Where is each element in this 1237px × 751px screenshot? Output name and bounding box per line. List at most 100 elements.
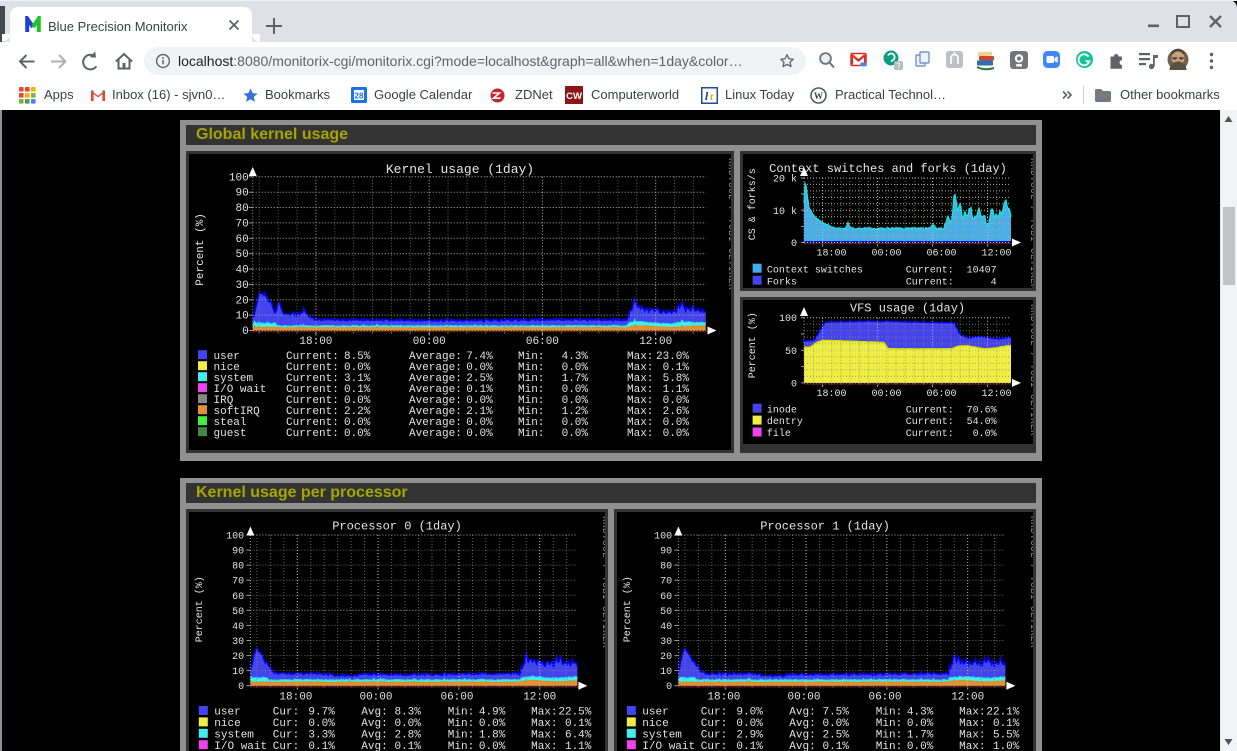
svg-text:Avg:: Avg: xyxy=(789,741,815,751)
svg-text:Current:: Current: xyxy=(906,277,954,288)
svg-text:10: 10 xyxy=(232,667,244,678)
svg-text:12:00: 12:00 xyxy=(639,336,672,348)
svg-text:Forks: Forks xyxy=(767,276,797,288)
svg-text:Avg:: Avg: xyxy=(789,729,815,741)
svg-text:Current:: Current: xyxy=(906,265,954,276)
svg-text:2.8%: 2.8% xyxy=(394,729,421,741)
svg-text:Current:: Current: xyxy=(906,429,954,440)
svg-text:40: 40 xyxy=(660,622,672,633)
svg-text:Percent (%): Percent (%) xyxy=(622,576,634,642)
svg-text:0.1%: 0.1% xyxy=(993,718,1020,730)
svg-text:Max:: Max: xyxy=(959,729,985,741)
svg-text:50: 50 xyxy=(235,249,248,261)
svg-text:12:00: 12:00 xyxy=(981,249,1011,260)
svg-text:50: 50 xyxy=(785,347,797,358)
svg-text:40: 40 xyxy=(232,622,244,633)
svg-text:7.5%: 7.5% xyxy=(822,707,849,719)
svg-text:4.3%: 4.3% xyxy=(907,707,934,719)
svg-text:0.0%: 0.0% xyxy=(344,428,371,440)
svg-text:0: 0 xyxy=(242,326,249,338)
svg-text:20 k: 20 k xyxy=(773,174,797,186)
svg-text:10: 10 xyxy=(235,311,248,323)
svg-text:Avg:: Avg: xyxy=(361,707,387,719)
svg-text:file: file xyxy=(767,428,791,440)
svg-text:4: 4 xyxy=(991,277,997,288)
svg-text:Cur:: Cur: xyxy=(273,707,299,719)
svg-text:0.0%: 0.0% xyxy=(479,718,506,730)
svg-text:18:00: 18:00 xyxy=(707,692,740,704)
svg-text:RRDTOOL / TOBI OETIKER: RRDTOOL / TOBI OETIKER xyxy=(1028,304,1033,436)
svg-text:0.0%: 0.0% xyxy=(466,428,493,440)
svg-text:Max:: Max: xyxy=(531,718,557,730)
svg-text:Percent (%): Percent (%) xyxy=(194,576,206,642)
svg-text:50: 50 xyxy=(232,607,244,618)
svg-text:Percent (%): Percent (%) xyxy=(747,312,759,378)
svg-text:I/O wait: I/O wait xyxy=(214,741,267,751)
svg-text:0: 0 xyxy=(791,239,797,250)
svg-text:100: 100 xyxy=(226,532,244,543)
svg-text:2.5%: 2.5% xyxy=(822,729,849,741)
svg-text:Cur:: Cur: xyxy=(701,729,727,741)
svg-text:Cur:: Cur: xyxy=(273,729,299,741)
svg-text:70: 70 xyxy=(660,577,672,588)
svg-text:inode: inode xyxy=(767,404,797,416)
svg-text:00:00: 00:00 xyxy=(871,249,901,260)
svg-text:Context switches and forks (1: Context switches and forks (1day) xyxy=(769,162,1007,176)
svg-text:Min:: Min: xyxy=(448,729,474,741)
svg-text:Min:: Min: xyxy=(876,741,902,751)
svg-text:18:00: 18:00 xyxy=(816,249,846,260)
svg-text:Cur:: Cur: xyxy=(273,718,299,730)
svg-text:0.1%: 0.1% xyxy=(565,718,592,730)
svg-text:Cur:: Cur: xyxy=(701,741,727,751)
svg-text:10: 10 xyxy=(660,667,672,678)
svg-text:Max:: Max: xyxy=(531,741,557,751)
svg-text:12:00: 12:00 xyxy=(523,692,556,704)
svg-text:Cur:: Cur: xyxy=(701,718,727,730)
svg-text:8.3%: 8.3% xyxy=(394,707,421,719)
svg-text:RRDTOOL / TOBI OETIKER: RRDTOOL / TOBI OETIKER xyxy=(600,516,605,648)
svg-text:Avg:: Avg: xyxy=(789,707,815,719)
svg-text:0.0%: 0.0% xyxy=(822,718,849,730)
svg-text:9.7%: 9.7% xyxy=(308,707,335,719)
svg-text:Current:: Current: xyxy=(286,428,339,440)
svg-text:Min:: Min: xyxy=(448,707,474,719)
svg-text:0.0%: 0.0% xyxy=(479,741,506,751)
svg-text:user: user xyxy=(214,707,240,719)
svg-text:system: system xyxy=(214,729,254,741)
svg-text:30: 30 xyxy=(235,280,248,292)
svg-text:?: ? xyxy=(896,62,901,71)
svg-text:RRDTOOL / TOBI OETIKER: RRDTOOL / TOBI OETIKER xyxy=(1028,516,1033,648)
svg-text:06:00: 06:00 xyxy=(526,336,559,348)
svg-text:22.5%: 22.5% xyxy=(558,707,591,719)
svg-text:0.0%: 0.0% xyxy=(663,428,690,440)
svg-text:0.0%: 0.0% xyxy=(907,741,934,751)
svg-text:30: 30 xyxy=(232,637,244,648)
svg-text:Max:: Max: xyxy=(959,707,985,719)
svg-text:20: 20 xyxy=(235,295,248,307)
svg-text:guest: guest xyxy=(214,428,247,440)
svg-text:54.0%: 54.0% xyxy=(967,417,997,428)
svg-text:0.0%: 0.0% xyxy=(973,429,997,440)
svg-text:06:00: 06:00 xyxy=(440,692,473,704)
svg-text:1.8%: 1.8% xyxy=(479,729,506,741)
svg-text:system: system xyxy=(642,729,682,741)
svg-text:06:00: 06:00 xyxy=(926,389,956,400)
svg-text:100: 100 xyxy=(779,314,797,325)
svg-text:0.0%: 0.0% xyxy=(562,428,589,440)
svg-text:4.9%: 4.9% xyxy=(479,707,506,719)
svg-text:CW: CW xyxy=(566,91,582,102)
svg-text:90: 90 xyxy=(660,547,672,558)
svg-text:80: 80 xyxy=(660,562,672,573)
svg-text:Current:: Current: xyxy=(906,417,954,428)
svg-text:Processor 1 (1day): Processor 1 (1day) xyxy=(760,520,890,534)
svg-text:Cur:: Cur: xyxy=(273,741,299,751)
svg-text:12:00: 12:00 xyxy=(951,692,984,704)
svg-text:22.1%: 22.1% xyxy=(986,707,1019,719)
svg-text:0.1%: 0.1% xyxy=(308,741,335,751)
svg-text:user: user xyxy=(642,707,668,719)
svg-text:00:00: 00:00 xyxy=(413,336,446,348)
svg-text:0.0%: 0.0% xyxy=(394,718,421,730)
svg-text:Max:: Max: xyxy=(959,718,985,730)
svg-text:90: 90 xyxy=(232,547,244,558)
svg-text:70.6%: 70.6% xyxy=(967,405,997,416)
